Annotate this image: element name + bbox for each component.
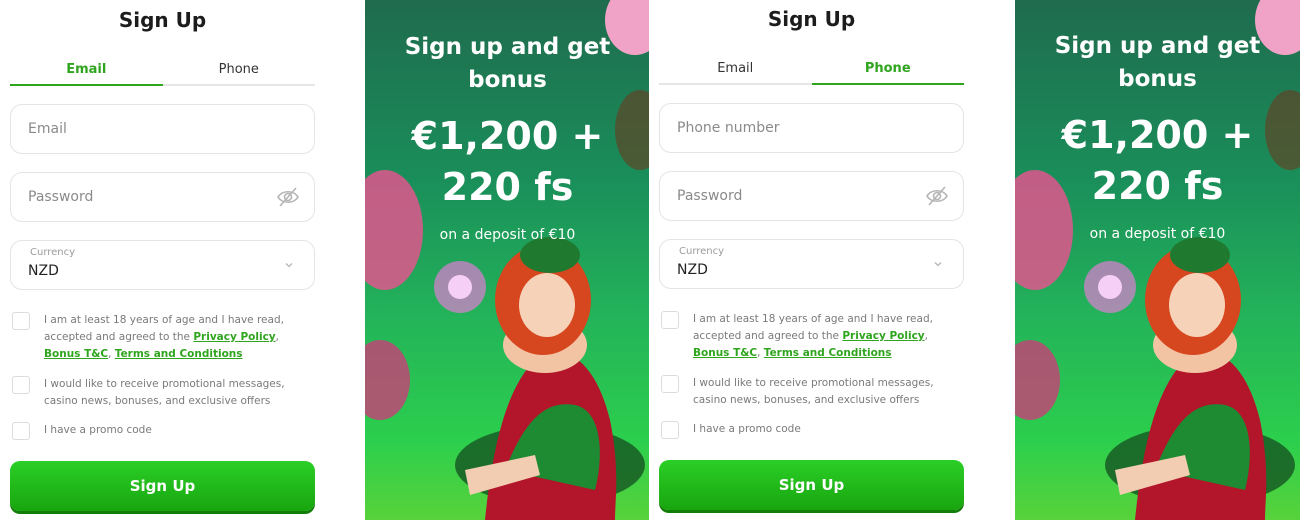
password-field <box>10 172 315 222</box>
currency-value: NZD <box>677 262 708 278</box>
currency-select[interactable]: Currency NZD <box>659 239 964 289</box>
bonus-tc-link[interactable]: Bonus T&C <box>693 347 757 359</box>
promo-amount: €1,200 + <box>411 114 604 158</box>
promo-banner: Sign up and get bonus €1,200 + 220 fs on… <box>365 0 650 520</box>
terms-checkbox[interactable] <box>12 312 30 330</box>
terms-conditions-link[interactable]: Terms and Conditions <box>115 348 243 360</box>
eye-off-icon[interactable] <box>276 186 300 208</box>
terms-conditions-link[interactable]: Terms and Conditions <box>764 347 892 359</box>
tab-email[interactable]: Email <box>10 58 163 86</box>
terms-text: I am at least 18 years of age and I have… <box>693 311 961 362</box>
terms-text: I am at least 18 years of age and I have… <box>44 312 312 363</box>
promo-spins: 220 fs <box>1091 164 1224 208</box>
promo-code-checkbox[interactable] <box>661 421 679 439</box>
password-input[interactable] <box>28 173 268 221</box>
signup-form-email: Sign Up Email Phone Currency NZD I am at… <box>0 0 325 520</box>
bonus-tc-link[interactable]: Bonus T&C <box>44 348 108 360</box>
separator: , <box>757 347 764 359</box>
promo-code-text: I have a promo code <box>44 424 152 436</box>
eye-off-icon[interactable] <box>925 185 949 207</box>
email-input[interactable] <box>28 105 268 153</box>
currency-value: NZD <box>28 263 59 279</box>
currency-label: Currency <box>30 247 76 258</box>
promo-deposit-note: on a deposit of €10 <box>439 227 576 243</box>
promo-banner: Sign up and get bonus €1,200 + 220 fs on… <box>1015 0 1300 520</box>
separator: , <box>275 331 279 343</box>
terms-row: I am at least 18 years of age and I have… <box>661 311 961 362</box>
email-field <box>10 104 315 154</box>
promo-headline: Sign up and get bonus <box>404 34 611 93</box>
tab-bar: Email Phone <box>659 57 964 85</box>
promo-code-row: I have a promo code <box>12 422 312 440</box>
separator: , <box>924 330 928 342</box>
tab-phone[interactable]: Phone <box>163 58 316 84</box>
promo-headline: Sign up and get bonus <box>1054 33 1261 92</box>
terms-row: I am at least 18 years of age and I have… <box>12 312 312 363</box>
promo-deposit-note: on a deposit of €10 <box>1089 226 1226 242</box>
privacy-policy-link[interactable]: Privacy Policy <box>193 331 275 343</box>
promo-amount: €1,200 + <box>1061 113 1254 157</box>
currency-select[interactable]: Currency NZD <box>10 240 315 290</box>
promo-messages-checkbox[interactable] <box>12 376 30 394</box>
sign-up-button[interactable]: Sign Up <box>659 460 964 510</box>
password-field <box>659 171 964 221</box>
tab-phone[interactable]: Phone <box>811 57 965 85</box>
signup-form-phone: Sign Up Email Phone Currency NZD I am at… <box>649 0 974 520</box>
promo-code-text: I have a promo code <box>693 423 801 435</box>
sign-up-button[interactable]: Sign Up <box>10 461 315 511</box>
promo-spins: 220 fs <box>441 165 574 209</box>
tab-bar: Email Phone <box>10 58 315 86</box>
promo-messages-text: I would like to receive promotional mess… <box>44 378 285 407</box>
promo-messages-checkbox[interactable] <box>661 375 679 393</box>
terms-checkbox[interactable] <box>661 311 679 329</box>
privacy-policy-link[interactable]: Privacy Policy <box>842 330 924 342</box>
chevron-down-icon <box>934 262 942 267</box>
promo-messages-row: I would like to receive promotional mess… <box>12 376 312 410</box>
currency-label: Currency <box>679 246 725 257</box>
chevron-down-icon <box>285 263 293 268</box>
password-input[interactable] <box>677 172 917 220</box>
promo-messages-row: I would like to receive promotional mess… <box>661 375 961 409</box>
promo-code-checkbox[interactable] <box>12 422 30 440</box>
tab-email[interactable]: Email <box>659 57 812 83</box>
promo-messages-text: I would like to receive promotional mess… <box>693 377 934 406</box>
form-title: Sign Up <box>767 7 856 31</box>
form-title: Sign Up <box>118 8 207 32</box>
phone-input[interactable] <box>677 104 917 152</box>
phone-field <box>659 103 964 153</box>
separator: , <box>108 348 115 360</box>
promo-code-row: I have a promo code <box>661 421 961 439</box>
